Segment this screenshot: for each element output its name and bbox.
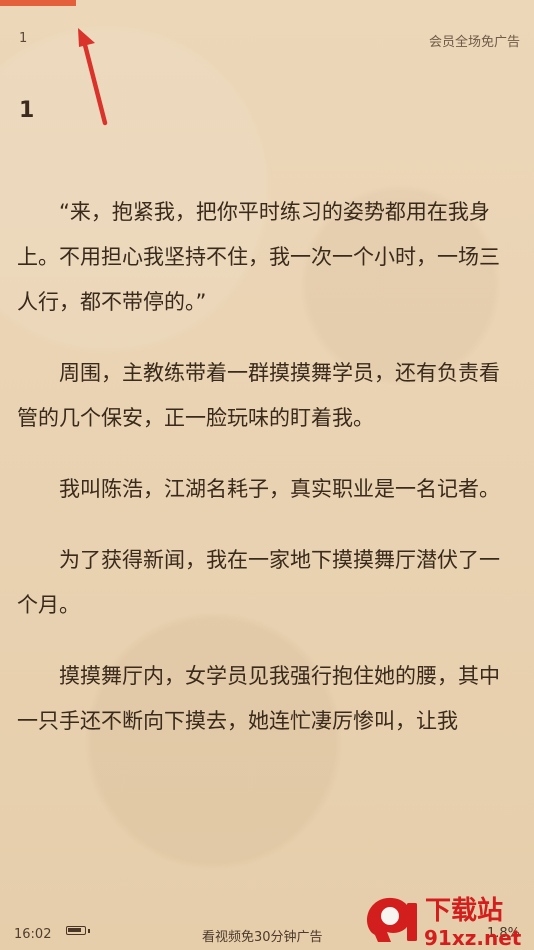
chapter-title: 1 (19, 98, 35, 123)
watermark-title: 下载站 (425, 896, 503, 926)
paragraph: 为了获得新闻，我在一家地下摸摸舞厅潜伏了一个月。 (17, 548, 500, 617)
watermark-domain: 91xz.net (424, 926, 522, 950)
paragraph: 周围，主教练带着一群摸摸舞学员，还有负责看管的几个保安，正一脸玩味的盯着我。 (17, 361, 500, 430)
paragraph: “来，抱紧我，把你平时练习的姿势都用在我身上。不用担心我坚持不住，我一次一个小时… (17, 200, 500, 314)
clock-time: 16:02 (14, 927, 52, 942)
site-watermark: 下载站 91xz.net (366, 896, 522, 950)
paragraph: 我叫陈浩，江湖名耗子，真实职业是一名记者。 (59, 477, 500, 501)
paragraph: 摸摸舞厅内，女学员见我强行抱住她的腰，其中一只手还不断向下摸去，她连忙凄厉惨叫，… (17, 664, 500, 733)
battery-level (68, 928, 81, 932)
status-bar: 16:02 看视频免30分钟广告 1.8% 下载站 91xz.net (0, 854, 534, 950)
arrow-icon (78, 28, 108, 126)
watch-video-ad-link[interactable]: 看视频免30分钟广告 (202, 926, 323, 945)
battery-icon (66, 926, 86, 935)
reading-content[interactable]: “来，抱紧我，把你平时练习的姿势都用在我身上。不用担心我坚持不住，我一次一个小时… (17, 190, 517, 770)
vip-ad-free-link[interactable]: 会员全场免广告 (429, 31, 520, 50)
page-number: 1 (19, 31, 28, 46)
battery-cap (88, 929, 90, 933)
logo-icon (366, 897, 417, 942)
top-progress-bar (0, 0, 76, 6)
